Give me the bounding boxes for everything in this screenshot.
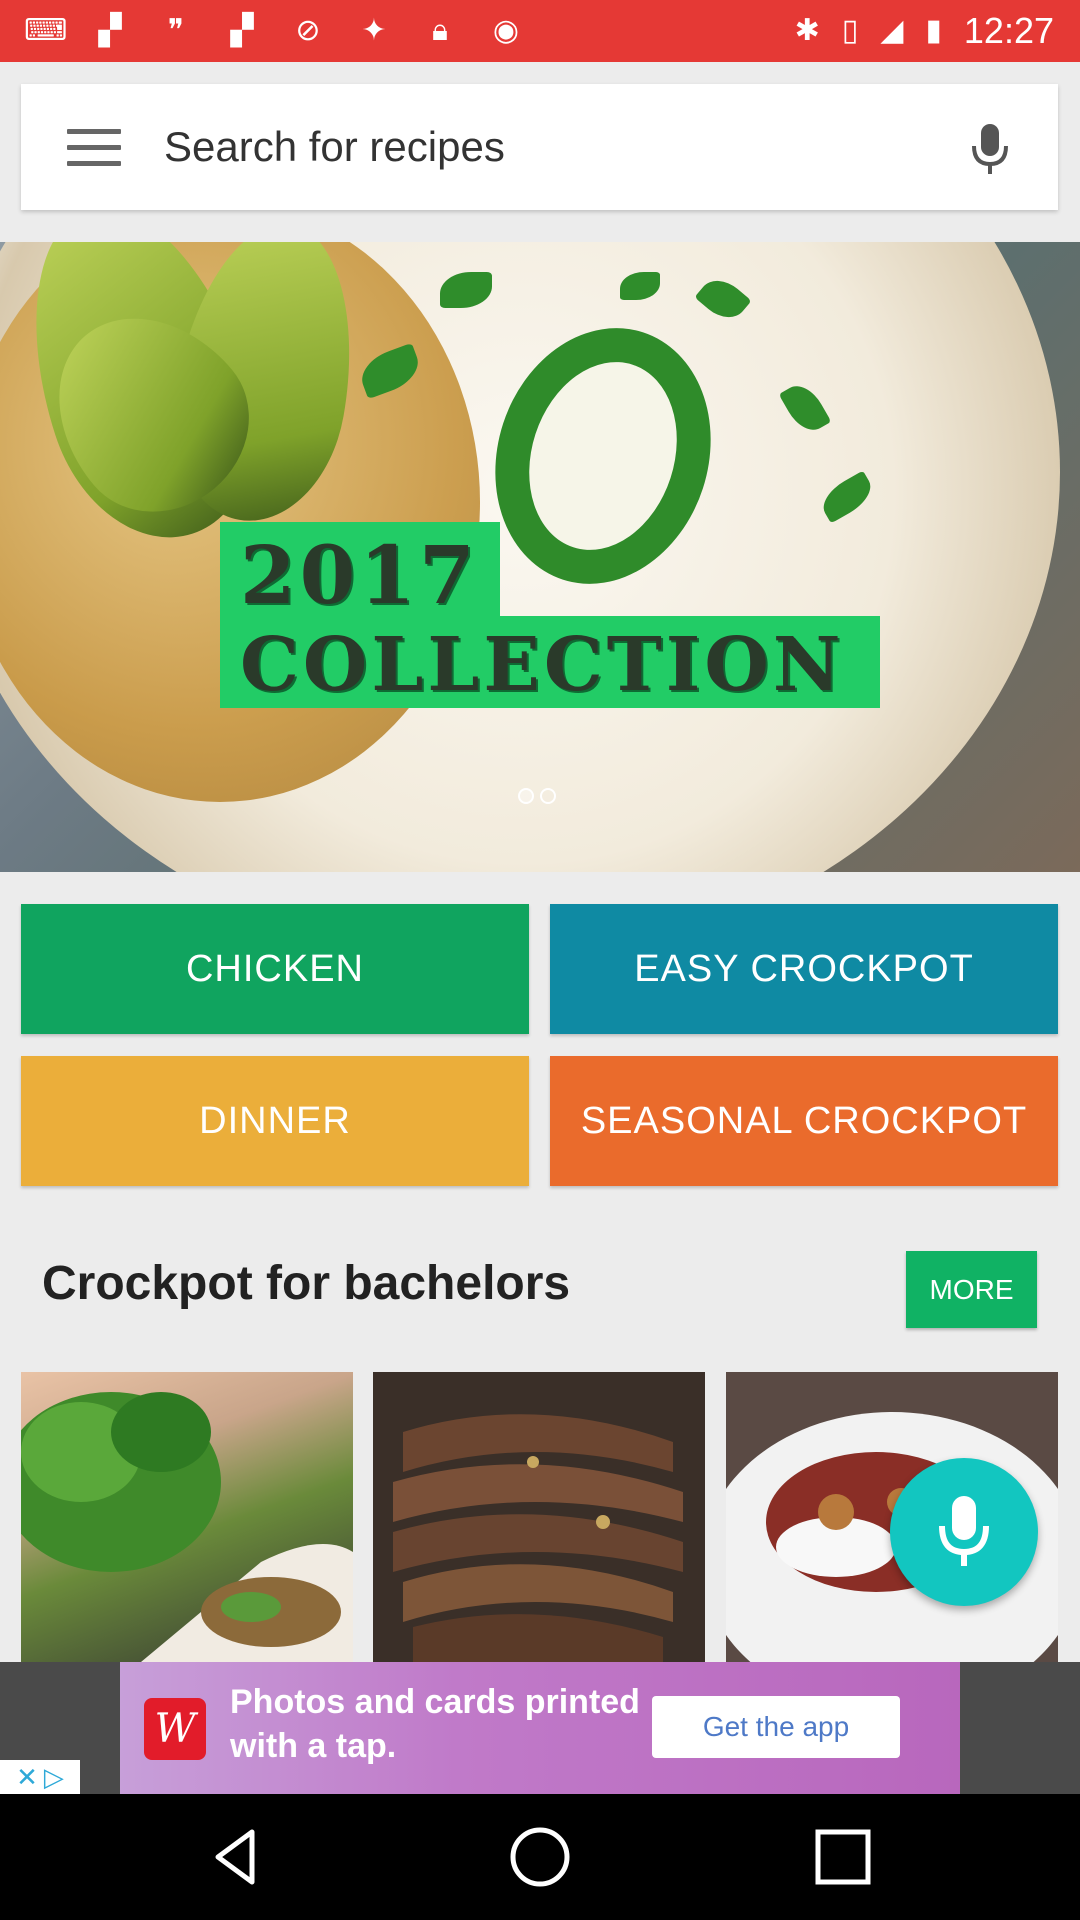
more-button[interactable]: MORE [906, 1251, 1037, 1328]
category-seasonal-crockpot-button[interactable]: SEASONAL CROCKPOT [550, 1056, 1058, 1186]
carousel-dot[interactable] [518, 788, 534, 804]
bluetooth-icon: ✱ [794, 14, 820, 47]
brisket-image [373, 1372, 705, 1662]
blocked-icon: ⊘ [295, 14, 321, 47]
adchoices-icon: ▷ [43, 1761, 64, 1792]
navigation-bar [0, 1794, 1080, 1920]
battery-icon: ▮ [925, 14, 942, 47]
recipe-thumbnail[interactable] [21, 1372, 353, 1662]
hero-title-year: 2017 [240, 528, 479, 622]
hamburger-menu-icon[interactable] [67, 129, 121, 166]
beats-icon: ✦ [361, 14, 387, 47]
signal-icon: ◢ [880, 14, 904, 47]
hero-carousel[interactable]: 2017 COLLECTION [0, 242, 1080, 872]
no-sim-icon: ▯ [841, 14, 859, 47]
flipboard-icon: ▞ [230, 14, 254, 47]
hangouts-icon: ❞ [167, 14, 185, 47]
flipboard-icon: ▞ [98, 14, 122, 47]
hero-title-collection: COLLECTION [240, 622, 845, 708]
microphone-icon[interactable] [968, 122, 1012, 176]
close-icon: ✕ [16, 1761, 38, 1792]
ad-banner-area: W Photos and cards printed with a tap. G… [0, 1662, 1080, 1794]
lock-icon: 🔒︎ [432, 14, 448, 47]
section-title: Crockpot for bachelors [42, 1257, 571, 1310]
microphone-icon [939, 1496, 989, 1566]
ad-banner[interactable]: W Photos and cards printed with a tap. G… [120, 1662, 960, 1794]
search-bar [21, 84, 1058, 210]
ad-logo: W [144, 1698, 206, 1760]
tacos-image [21, 1392, 353, 1662]
ad-text: Photos and cards printed with a tap. [230, 1683, 640, 1765]
recents-icon[interactable] [810, 1824, 876, 1890]
game-icon: ◉ [492, 14, 520, 47]
status-bar: ⌨ ▞ ❞ ▞ ⊘ ✦ 🔒︎ ◉ ✱ ▯ ◢ ▮ 12:27 [0, 0, 1080, 62]
search-input[interactable] [164, 114, 924, 180]
back-icon[interactable] [204, 1824, 270, 1890]
status-time: 12:27 [963, 10, 1054, 51]
category-chicken-button[interactable]: CHICKEN [21, 904, 529, 1034]
recipe-thumbnail[interactable] [373, 1372, 705, 1662]
category-easy-crockpot-button[interactable]: EASY CROCKPOT [550, 904, 1058, 1034]
keyboard-icon: ⌨ [24, 14, 68, 47]
ad-close-button[interactable]: ✕ ▷ [0, 1760, 80, 1794]
carousel-dot[interactable] [540, 788, 556, 804]
category-dinner-button[interactable]: DINNER [21, 1056, 529, 1186]
home-icon[interactable] [507, 1824, 573, 1890]
carousel-indicator [518, 788, 556, 804]
voice-search-button[interactable] [890, 1458, 1038, 1606]
ad-cta-button[interactable]: Get the app [652, 1696, 900, 1758]
